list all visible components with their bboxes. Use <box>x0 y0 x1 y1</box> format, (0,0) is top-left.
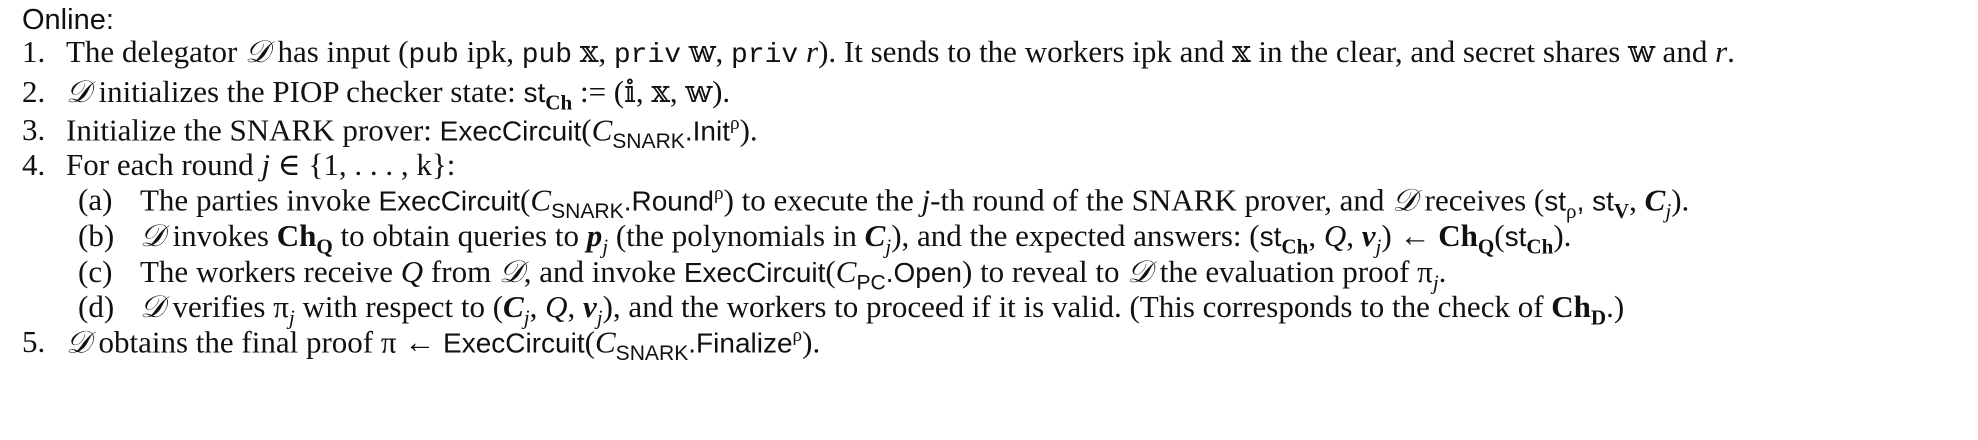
section-heading: Online: <box>22 4 114 36</box>
step-text: The delegator 𝒟 has input (pub ipk, pub … <box>66 34 1735 71</box>
substep-label: (b) <box>78 218 115 253</box>
step-number: 3. <box>22 112 46 147</box>
protocol-page: Online: 1. The delegator 𝒟 has input (pu… <box>0 0 1978 440</box>
step-number: 4. <box>22 147 46 182</box>
step-number: 1. <box>22 34 46 69</box>
substep-text: The workers receive Q from 𝒟, and invoke… <box>140 254 1447 295</box>
step-number: 5. <box>22 324 46 359</box>
step-text: 𝒟 initializes the PIOP checker state: st… <box>66 74 731 115</box>
substep-text: The parties invoke ExecCircuit(CSNARK.Ro… <box>140 182 1690 223</box>
substep-text: 𝒟 verifies πj with respect to (Cj, Q, vj… <box>140 289 1625 330</box>
step-number: 2. <box>22 74 46 109</box>
substep-label: (d) <box>78 289 115 324</box>
substep-text: 𝒟 invokes ChQ to obtain queries to pj (t… <box>140 218 1572 259</box>
substep-label: (c) <box>78 254 113 289</box>
step-text: For each round j ∈ {1, . . . , k}: <box>66 147 456 182</box>
step-text: 𝒟 obtains the final proof π ← ExecCircui… <box>66 324 821 365</box>
substep-label: (a) <box>78 182 113 217</box>
